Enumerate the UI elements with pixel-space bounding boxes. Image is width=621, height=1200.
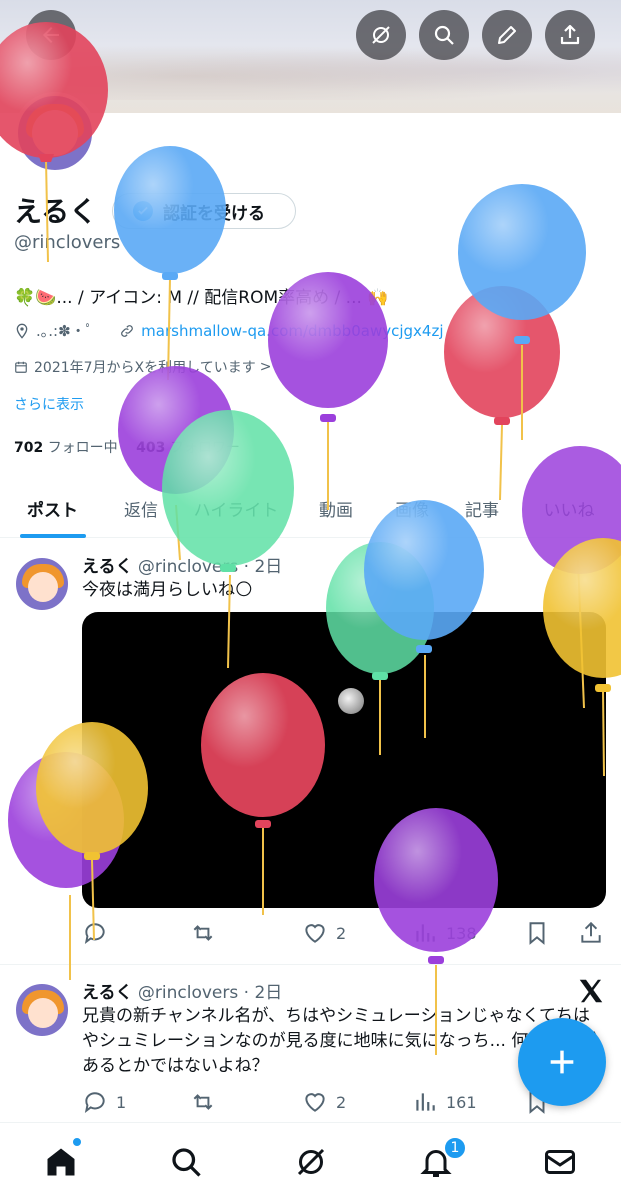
- show-more-link[interactable]: さらに表示: [14, 394, 84, 414]
- grok-icon: [372, 26, 390, 44]
- arrow-left-icon: [43, 27, 59, 43]
- tweet-avatar[interactable]: [14, 982, 70, 1038]
- reply-button[interactable]: [82, 920, 116, 946]
- tweet-divider: [0, 964, 621, 965]
- notification-badge: 1: [443, 1136, 467, 1160]
- profile-name: えるく: [14, 195, 98, 228]
- tweet-text: 今夜は満月らしいね🌕: [82, 580, 253, 600]
- profile-joined[interactable]: 2021年7月からXを利用しています >: [14, 357, 271, 377]
- profile-banner[interactable]: [0, 0, 621, 113]
- share-tweet-button[interactable]: [578, 920, 612, 946]
- edit-profile-button[interactable]: [482, 10, 532, 60]
- followers-link[interactable]: 403 フォロワー: [136, 440, 240, 456]
- views-icon: [416, 1093, 435, 1111]
- joined-label: 2021年7月からXを利用しています: [34, 360, 256, 376]
- nav-messages[interactable]: [535, 1137, 585, 1187]
- nav-grok[interactable]: [286, 1137, 336, 1187]
- balloon-blue-icon: [114, 146, 226, 381]
- search-button[interactable]: [419, 10, 469, 60]
- share-icon: [581, 921, 601, 943]
- link-icon: [121, 324, 134, 337]
- heart-icon: [305, 924, 325, 943]
- profile-tabs: ポスト 返信 ハイライト 動画 画像 記事 いいね: [0, 478, 621, 538]
- reply-button[interactable]: 1: [82, 1089, 126, 1115]
- profile-avatar[interactable]: [14, 92, 96, 174]
- mail-icon: [545, 1150, 575, 1174]
- like-button[interactable]: 2: [302, 920, 346, 946]
- profile-handle: @rinclovers: [14, 232, 121, 253]
- tweet-header: えるく @rinclovers · 2日: [82, 557, 283, 577]
- tab-replies[interactable]: 返信: [105, 478, 177, 538]
- back-button[interactable]: [26, 10, 76, 60]
- balloon-red-icon: [444, 286, 560, 501]
- home-new-dot: [72, 1137, 82, 1147]
- balloon-blue-icon: [458, 184, 586, 440]
- plus-icon: [550, 1050, 574, 1074]
- follow-stats: 702 フォロー中 403 フォロワー: [14, 437, 240, 457]
- bottom-nav: [0, 1122, 621, 1200]
- tab-posts[interactable]: ポスト: [0, 478, 105, 538]
- reply-icon: [84, 923, 105, 944]
- reply-icon: [84, 1092, 105, 1113]
- home-icon: [47, 1148, 75, 1176]
- share-button[interactable]: [545, 10, 595, 60]
- repost-button[interactable]: [190, 1089, 224, 1115]
- chevron-right-icon: >: [259, 359, 272, 375]
- verified-badge-icon: [133, 201, 153, 221]
- views-button[interactable]: 161: [412, 1089, 477, 1115]
- get-verified-label: 認証を受ける: [163, 203, 265, 224]
- x-logo-icon: [579, 979, 603, 1003]
- profile-link[interactable]: marshmallow-qa.com/dmbb0awycjgx4zj: [141, 322, 443, 340]
- calendar-icon: [15, 361, 27, 373]
- get-verified-button[interactable]: 認証を受ける: [112, 193, 296, 229]
- tab-videos[interactable]: 動画: [295, 478, 377, 538]
- location-icon: [16, 323, 28, 339]
- tab-articles[interactable]: 記事: [447, 478, 517, 538]
- search-icon: [172, 1148, 201, 1177]
- tweet-actions: 2 138: [82, 920, 607, 948]
- tweet-actions: 1 2 161: [82, 1089, 607, 1117]
- heart-icon: [305, 1093, 325, 1112]
- repost-icon: [193, 1094, 213, 1110]
- following-link[interactable]: 702 フォロー中: [14, 440, 118, 456]
- profile-bio: 🍀🍉... / アイコン: M // 配信ROM率高め / ... 🙌: [14, 288, 389, 308]
- tab-highlights[interactable]: ハイライト: [177, 478, 295, 538]
- tweet-header: えるく @rinclovers · 2日: [82, 983, 283, 1003]
- repost-icon: [193, 925, 213, 941]
- grok-button[interactable]: [356, 10, 406, 60]
- tab-images[interactable]: 画像: [377, 478, 447, 538]
- compose-button[interactable]: [518, 1018, 606, 1106]
- repost-button[interactable]: [190, 920, 224, 946]
- bookmark-icon: [529, 922, 545, 945]
- views-icon: [416, 924, 435, 942]
- tab-likes[interactable]: いいね: [517, 478, 621, 538]
- nav-search[interactable]: [161, 1137, 211, 1187]
- search-icon: [434, 25, 454, 45]
- profile-meta: .｡.:✽・ﾟ marshmallow-qa.com/dmbb0awycjgx4…: [14, 320, 444, 341]
- moon-image: [338, 688, 364, 714]
- pencil-icon: [498, 26, 516, 44]
- profile-location: .｡.:✽・ﾟ: [36, 322, 94, 340]
- tweet-media[interactable]: [82, 612, 606, 908]
- share-icon: [560, 24, 580, 45]
- like-button[interactable]: 2: [302, 1089, 346, 1115]
- tweet-avatar[interactable]: [14, 556, 70, 612]
- bookmark-button[interactable]: [524, 920, 558, 946]
- grok-icon: [297, 1148, 325, 1176]
- views-button[interactable]: 138: [412, 920, 477, 946]
